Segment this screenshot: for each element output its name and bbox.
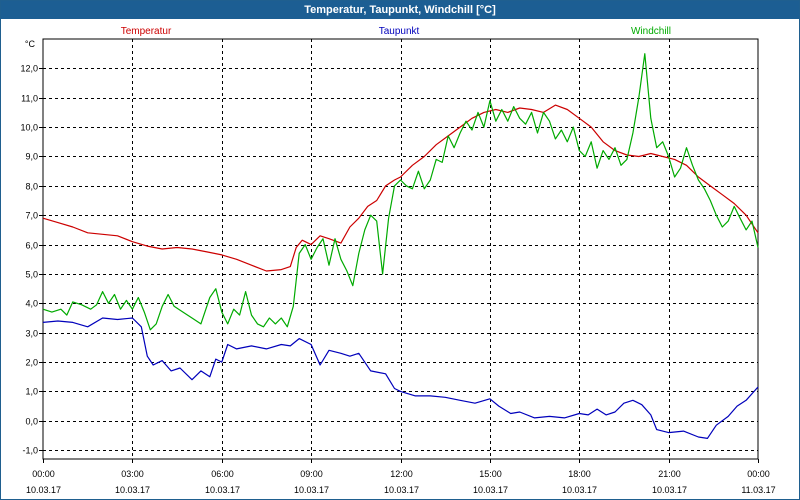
chart-window: Temperatur, Taupunkt, Windchill [°C] -1,… [0,0,800,500]
y-tick-label: 10,0 [20,123,38,133]
y-tick-label: 0,0 [25,417,38,427]
y-tick-label: 8,0 [25,182,38,192]
x-tick-date: 10.03.17 [115,485,150,495]
x-tick-date: 10.03.17 [652,485,687,495]
x-tick-date: 10.03.17 [562,485,597,495]
x-tick-date: 10.03.17 [26,485,61,495]
legend-windchill: Windchill [631,26,671,37]
y-tick-label: 5,0 [25,270,38,280]
chart-plot: -1,0 0,0 1,0 2,0 3,0 4,0 5,0 6,0 7,0 8,0 9,0 10,0 11… [20,26,775,495]
y-tick-label: -1,0 [22,446,38,456]
y-axis-unit: °C [25,39,36,49]
x-tick-time: 12:00 [390,469,413,479]
x-tick-time: 00:00 [747,469,770,479]
x-tick-date: 11.03.17 [741,485,775,495]
x-tick-time: 00:00 [32,469,55,479]
y-tick-label: 4,0 [25,299,38,309]
legend-temperatur: Temperatur [121,26,172,37]
x-tick-date: 10.03.17 [384,485,419,495]
x-tick-time: 09:00 [300,469,323,479]
y-tick-label: 11,0 [21,94,38,104]
x-tick-date: 10.03.17 [294,485,329,495]
y-tick-label: 1,0 [25,387,38,397]
legend-taupunkt: Taupunkt [379,26,420,37]
plot-area [42,38,759,460]
y-tick-label: 6,0 [25,241,38,251]
y-tick-label: 9,0 [25,152,38,162]
y-tick-label: 2,0 [25,358,38,368]
x-tick-date: 10.03.17 [473,485,508,495]
y-tick-label: 12,0 [20,64,38,74]
x-tick-time: 15:00 [479,469,502,479]
y-tick-label: 3,0 [25,329,38,339]
x-tick-time: 18:00 [568,469,591,479]
x-tick-time: 21:00 [658,469,681,479]
x-tick-time: 03:00 [121,469,144,479]
x-tick-date: 10.03.17 [205,485,240,495]
x-tick-time: 06:00 [211,469,234,479]
y-tick-label: 7,0 [25,211,38,221]
